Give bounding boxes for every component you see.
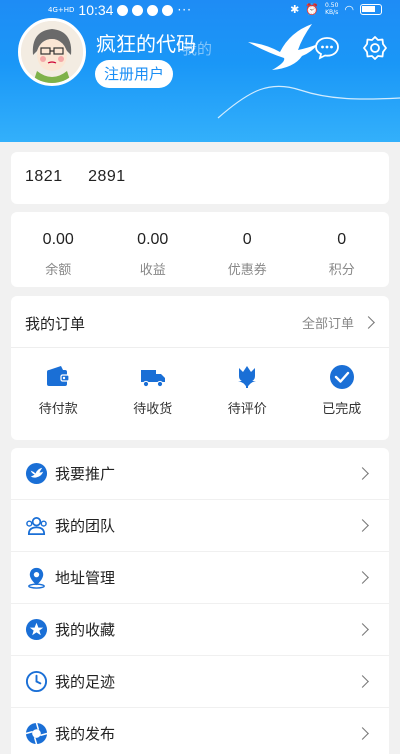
- page-title-watermark: 我的: [182, 40, 213, 58]
- menu-item-team[interactable]: 我的团队: [11, 500, 389, 552]
- stat-earnings[interactable]: 0.00 收益: [106, 212, 201, 287]
- account-card[interactable]: 1821 2891: [11, 152, 389, 204]
- orders-title: 我的订单: [25, 315, 86, 333]
- menu-list: 我要推广 我的团队 地址管理 我的收藏 我的足迹 我的发布: [11, 448, 389, 754]
- menu-item-address[interactable]: 地址管理: [11, 552, 389, 604]
- notification-icon: [147, 4, 159, 16]
- location-pin-icon: [28, 567, 45, 589]
- clock-icon: [25, 670, 48, 693]
- chevron-right-icon: [356, 727, 369, 740]
- username: 疯狂的代码: [96, 32, 196, 56]
- menu-item-favorites[interactable]: 我的收藏: [11, 604, 389, 656]
- menu-label: 地址管理: [55, 569, 116, 587]
- orders-card: 我的订单 全部订单 待付款 待收货 待评价 已完成: [11, 296, 389, 440]
- stat-value: 0.00: [42, 231, 74, 248]
- menu-item-posts[interactable]: 我的发布: [11, 708, 389, 754]
- alarm-icon: [162, 4, 174, 16]
- order-label: 待收货: [133, 402, 173, 417]
- avatar[interactable]: [18, 18, 86, 86]
- network-speed: 0.50 KB/s: [325, 2, 339, 16]
- chevron-right-icon: [356, 675, 369, 688]
- wallet-stats: 0.00 余额 0.00 收益 0 优惠券 0 积分: [11, 212, 389, 287]
- alarm-clock-icon: ⏰: [305, 2, 320, 16]
- status-bar: 4G+HD 10:34 ··· ✱ ⏰ 0.50 KB/s ◠: [0, 0, 400, 20]
- orders-header: 我的订单 全部订单: [11, 296, 389, 348]
- stat-label: 优惠券: [227, 263, 267, 278]
- menu-label: 我要推广: [55, 465, 116, 483]
- menu-item-promote[interactable]: 我要推广: [11, 448, 389, 500]
- menu-label: 我的团队: [55, 517, 116, 535]
- chevron-right-icon: [362, 316, 375, 329]
- team-icon: [26, 516, 47, 535]
- phone-number: 1821 2891: [25, 168, 126, 185]
- menu-label: 我的发布: [55, 725, 116, 743]
- bluetooth-icon: ✱: [290, 2, 300, 16]
- gear-icon[interactable]: [362, 35, 388, 61]
- stat-value: 0: [337, 231, 347, 248]
- order-label: 待评价: [227, 402, 267, 417]
- menu-item-history[interactable]: 我的足迹: [11, 656, 389, 708]
- all-orders-link[interactable]: 全部订单: [301, 313, 375, 332]
- menu-label: 我的收藏: [55, 621, 116, 639]
- wifi-icon: ◠: [344, 2, 354, 16]
- stat-coupons[interactable]: 0 优惠券: [200, 212, 295, 287]
- stat-points[interactable]: 0 积分: [295, 212, 390, 287]
- stat-value: 0: [242, 231, 252, 248]
- chevron-right-icon: [356, 467, 369, 480]
- stat-value: 0.00: [137, 231, 169, 248]
- message-icon[interactable]: [314, 35, 340, 61]
- order-pending-receipt[interactable]: 待收货: [106, 364, 201, 417]
- tulip-icon: [238, 366, 257, 388]
- order-pending-payment[interactable]: 待付款: [11, 364, 106, 417]
- notification-icon: [132, 4, 144, 16]
- truck-icon: [140, 370, 165, 388]
- chevron-right-icon: [356, 519, 369, 532]
- more-notifications: ···: [177, 3, 192, 17]
- star-icon: [25, 618, 48, 641]
- stat-balance[interactable]: 0.00 余额: [11, 212, 106, 287]
- stat-label: 积分: [328, 263, 355, 278]
- check-circle-icon: [329, 365, 354, 389]
- status-time: 10:34: [78, 2, 114, 18]
- stat-label: 收益: [139, 263, 166, 278]
- order-pending-review[interactable]: 待评价: [200, 364, 295, 417]
- chevron-right-icon: [356, 623, 369, 636]
- menu-label: 我的足迹: [55, 673, 116, 691]
- register-button[interactable]: 注册用户: [95, 60, 173, 88]
- wallet-icon: [47, 366, 70, 386]
- order-label: 待付款: [38, 402, 78, 417]
- all-orders-label: 全部订单: [301, 317, 354, 332]
- order-label: 已完成: [322, 402, 362, 417]
- bird-icon: [25, 462, 48, 485]
- notification-icon: [117, 4, 129, 16]
- signal-indicator: 4G+HD: [48, 5, 75, 14]
- aperture-icon: [25, 722, 48, 745]
- stat-label: 余额: [45, 263, 72, 278]
- chevron-right-icon: [356, 571, 369, 584]
- profile-header: 4G+HD 10:34 ··· ✱ ⏰ 0.50 KB/s ◠ 疯狂的代码 我的…: [0, 0, 400, 142]
- order-completed[interactable]: 已完成: [295, 364, 390, 417]
- battery-icon: [360, 3, 382, 15]
